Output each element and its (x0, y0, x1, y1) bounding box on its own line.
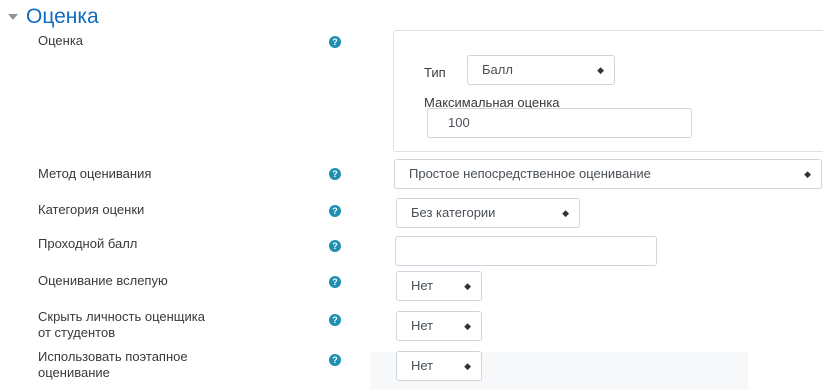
hide-grader-label-line2: от студентов (38, 325, 116, 340)
section-header-grade[interactable]: Оценка (8, 2, 99, 30)
grade-label: Оценка (38, 33, 84, 48)
grade-category-select[interactable]: Без категории ◆ (396, 198, 580, 228)
grade-category-value: Без категории (411, 205, 496, 220)
blind-marking-label: Оценивание вслепую (38, 273, 168, 288)
marking-workflow-label: Использовать поэтапное оценивание (38, 349, 308, 381)
grade-type-label: Тип (424, 65, 446, 80)
select-caret-icon: ◆ (464, 361, 471, 371)
select-caret-icon: ◆ (597, 65, 604, 75)
max-grade-value: 100 (448, 115, 470, 130)
marking-workflow-label-line2: оценивание (38, 365, 110, 380)
hide-grader-select[interactable]: Нет ◆ (396, 311, 482, 341)
blind-marking-value: Нет (411, 278, 434, 293)
help-icon[interactable]: ? (329, 36, 341, 48)
help-icon[interactable]: ? (329, 276, 341, 288)
grade-type-value: Балл (482, 62, 513, 77)
select-caret-icon: ◆ (562, 208, 569, 218)
marking-workflow-select[interactable]: Нет ◆ (396, 351, 482, 381)
grade-category-label: Категория оценки (38, 202, 145, 217)
triangle-down-icon[interactable] (8, 14, 18, 20)
help-icon[interactable]: ? (329, 314, 341, 326)
help-icon[interactable]: ? (329, 354, 341, 366)
grade-type-select[interactable]: Балл ◆ (467, 55, 615, 85)
blind-marking-select[interactable]: Нет ◆ (396, 271, 482, 301)
marking-workflow-label-line1: Использовать поэтапное (38, 349, 188, 364)
grading-method-select[interactable]: Простое непосредственное оценивание ◆ (394, 159, 822, 189)
select-caret-icon: ◆ (804, 169, 811, 179)
pass-grade-input[interactable] (395, 236, 657, 266)
grade-group-box: Тип Балл ◆ Максимальная оценка 100 (393, 30, 823, 152)
max-grade-input[interactable]: 100 (427, 108, 692, 138)
pass-grade-label: Проходной балл (38, 236, 138, 251)
grading-method-label: Метод оценивания (38, 166, 152, 181)
select-caret-icon: ◆ (464, 281, 471, 291)
hide-grader-label-line1: Скрыть личность оценщика (38, 309, 205, 324)
help-icon[interactable]: ? (329, 240, 341, 252)
grading-method-value: Простое непосредственное оценивание (409, 166, 651, 181)
hide-grader-value: Нет (411, 318, 434, 333)
section-title: Оценка (26, 4, 99, 28)
select-caret-icon: ◆ (464, 321, 471, 331)
help-icon[interactable]: ? (329, 168, 341, 180)
hide-grader-label: Скрыть личность оценщика от студентов (38, 309, 308, 341)
help-icon[interactable]: ? (329, 205, 341, 217)
marking-workflow-value: Нет (411, 358, 434, 373)
